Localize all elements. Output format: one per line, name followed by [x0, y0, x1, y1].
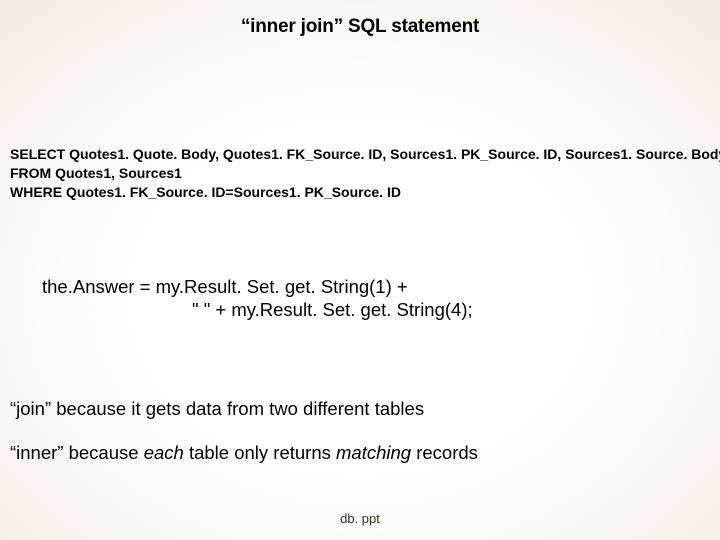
explain-inner-em1: each [144, 442, 184, 463]
java-code: the.Answer = my.Result. Set. get. String… [42, 275, 473, 321]
slide: “inner join” SQL statement SELECT Quotes… [0, 0, 720, 540]
explain-join: “join” because it gets data from two dif… [10, 398, 424, 420]
explain-inner-em2: matching [336, 442, 411, 463]
code-line-1: the.Answer = my.Result. Set. get. String… [42, 275, 473, 298]
footer-filename: db. ppt [0, 511, 720, 526]
slide-title: “inner join” SQL statement [0, 16, 720, 38]
explain-inner-mid: table only returns [184, 442, 336, 463]
sql-line-2: FROM Quotes1, Sources1 [10, 164, 710, 183]
explain-inner: “inner” because each table only returns … [10, 442, 478, 464]
sql-statement: SELECT Quotes1. Quote. Body, Quotes1. FK… [10, 145, 710, 202]
explain-inner-post: records [411, 442, 478, 463]
explain-inner-pre: “inner” because [10, 442, 144, 463]
sql-line-1: SELECT Quotes1. Quote. Body, Quotes1. FK… [10, 145, 710, 164]
code-line-2: " " + my.Result. Set. get. String(4); [42, 298, 473, 321]
sql-line-3: WHERE Quotes1. FK_Source. ID=Sources1. P… [10, 183, 710, 202]
